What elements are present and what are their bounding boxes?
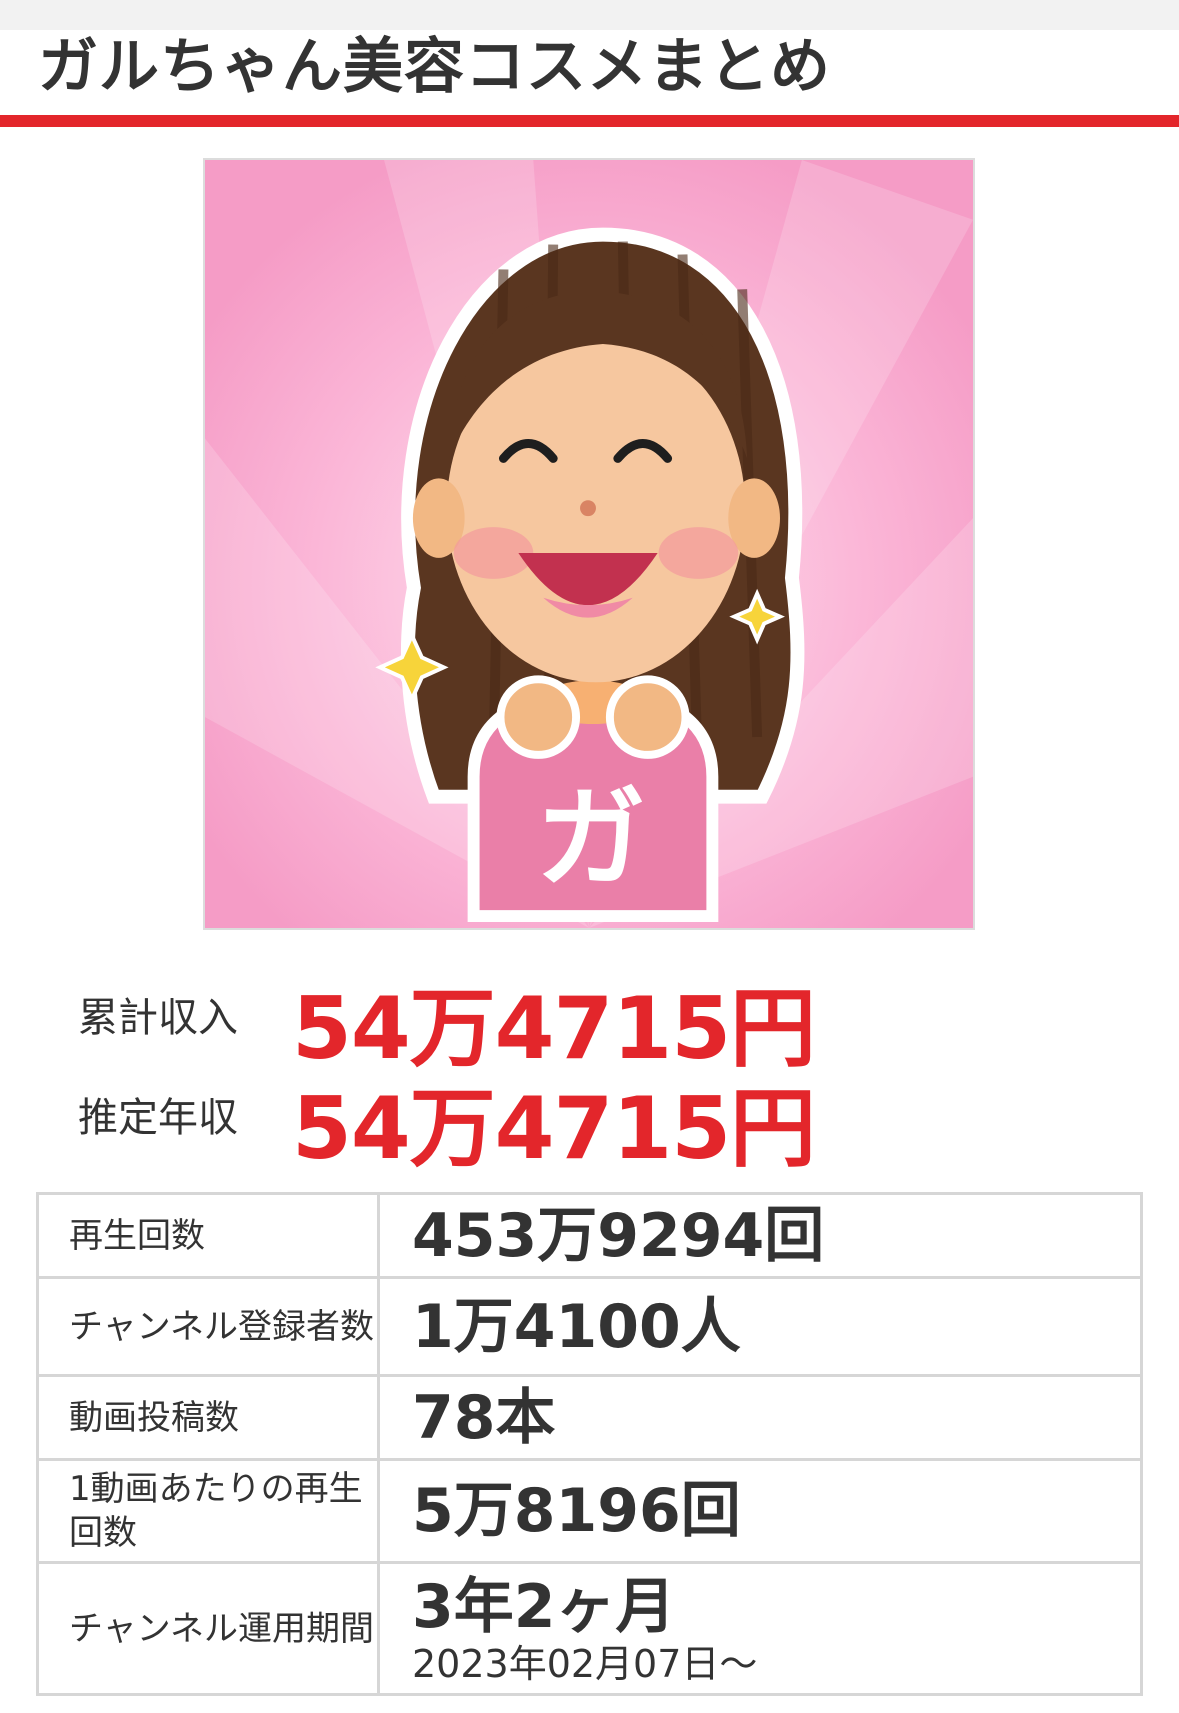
stat-value: 453万9294回 xyxy=(377,1192,1143,1279)
channel-avatar-image: ガ xyxy=(205,160,973,928)
stat-value: 5万8196回 xyxy=(377,1458,1143,1564)
stat-key: 再生回数 xyxy=(36,1192,380,1279)
table-row: チャンネル登録者数 1万4100人 xyxy=(36,1276,1143,1377)
stat-key: チャンネル運用期間 xyxy=(36,1561,380,1696)
table-row: チャンネル運用期間 3年2ヶ月 2023年02月07日〜 xyxy=(36,1561,1143,1696)
page-title: ガルちゃん美容コスメまとめ xyxy=(38,32,831,102)
annual-income-label: 推定年収 xyxy=(78,1095,238,1141)
title-underline xyxy=(0,115,1179,127)
stat-value: 1万4100人 xyxy=(377,1276,1143,1377)
table-row: 再生回数 453万9294回 xyxy=(36,1192,1143,1279)
table-row: 1動画あたりの再生回数 5万8196回 xyxy=(36,1458,1143,1564)
stat-key: チャンネル登録者数 xyxy=(36,1276,380,1377)
table-row: 動画投稿数 78本 xyxy=(36,1374,1143,1461)
channel-thumbnail: ガ xyxy=(203,158,975,930)
annual-income-value: 54万4715円 xyxy=(292,1079,816,1179)
stat-value: 78本 xyxy=(377,1374,1143,1461)
cumulative-income-label: 累計収入 xyxy=(78,995,238,1041)
stat-value-cell: 3年2ヶ月 2023年02月07日〜 xyxy=(377,1561,1143,1696)
stat-key: 1動画あたりの再生回数 xyxy=(36,1458,380,1564)
thumbnail-badge-char: ガ xyxy=(536,774,645,902)
channel-stats-table: 再生回数 453万9294回 チャンネル登録者数 1万4100人 動画投稿数 7… xyxy=(36,1192,1143,1696)
stat-value: 3年2ヶ月 xyxy=(412,1571,676,1642)
stat-start-date: 2023年02月07日〜 xyxy=(412,1641,758,1686)
stat-key: 動画投稿数 xyxy=(36,1374,380,1461)
